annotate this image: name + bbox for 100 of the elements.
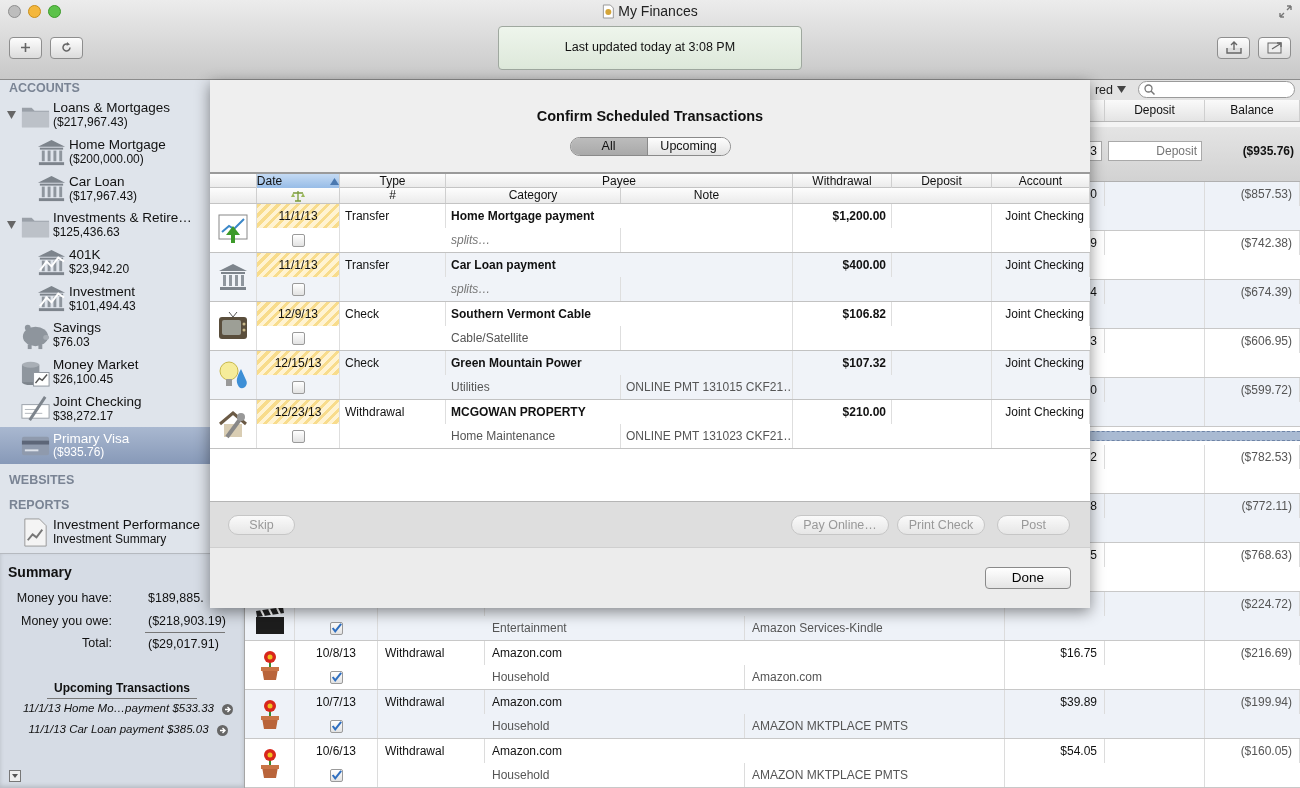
summary-label: Money you have: [15, 590, 112, 607]
search-icon [1144, 84, 1155, 96]
table-cell: $400.00 [793, 253, 892, 277]
report-button[interactable] [1258, 36, 1291, 59]
account-item[interactable]: Investment $101,494.43 [0, 280, 244, 318]
table-cell: ($599.72) [1205, 378, 1300, 403]
upcoming-item[interactable]: 11/1/13 Home Mo…payment $533.33 [23, 700, 214, 718]
account-name: Car Loan [69, 174, 126, 190]
scale-icon [291, 189, 305, 202]
search-field[interactable] [1138, 81, 1295, 99]
column-header[interactable]: # [340, 188, 446, 203]
checkbox[interactable] [329, 719, 343, 733]
table-cell: 12/9/13 [257, 302, 340, 326]
table-cell: 10/6/13 [295, 739, 378, 763]
summary-value: ($29,017.91) [145, 632, 225, 655]
fullscreen-icon[interactable] [1279, 4, 1292, 18]
column-header[interactable]: Category [446, 188, 621, 203]
section-header: REPORTS [8, 496, 71, 514]
panel-toggle-icon[interactable] [9, 770, 21, 782]
table-cell: Entertainment [485, 616, 745, 640]
upcoming-item[interactable]: 11/1/13 Car Loan payment $385.03 [28, 721, 209, 739]
table-cell: Household [485, 763, 745, 787]
account-item[interactable]: Joint Checking $38,272.17 [0, 390, 244, 428]
table-cell: Withdrawal [340, 400, 446, 424]
table-cell: Home Mortgage payment [446, 204, 793, 228]
television-icon [217, 310, 249, 342]
summary-label: Total: [81, 635, 112, 652]
export-button[interactable] [1217, 36, 1250, 59]
table-cell: MCGOWAN PROPERTY [446, 400, 793, 424]
tray-arrow-icon [1225, 41, 1242, 54]
account-item[interactable]: Investments & Retire… $125,436.63 [0, 207, 244, 244]
status-message: Last updated today at 3:08 PM [498, 25, 802, 70]
window-controls-icon[interactable] [8, 4, 62, 18]
account-balance: $38,272.17 [53, 409, 114, 423]
account-balance: $76.03 [53, 336, 91, 350]
filter-menu[interactable]: red [1094, 80, 1126, 100]
table-cell: Transfer [340, 253, 446, 277]
table-cell: Home Maintenance [446, 424, 621, 448]
add-button[interactable] [9, 36, 42, 59]
table-cell: Utilities [446, 375, 621, 399]
table-cell: Amazon.com [485, 739, 1005, 763]
table-cell: Transfer [340, 204, 446, 228]
table-cell: ($199.94) [1205, 690, 1300, 714]
segment-tab[interactable]: Upcoming [646, 137, 730, 155]
checkbox[interactable] [291, 233, 305, 247]
arrow-circle-icon[interactable] [216, 724, 228, 736]
account-name: Money Market [53, 358, 139, 373]
account-name: Investments & Retire… [53, 211, 192, 227]
checkbox[interactable] [329, 670, 343, 684]
table-cell: AMAZON MKTPLACE PMTS [745, 763, 1005, 787]
segment-tab[interactable]: All [570, 137, 647, 155]
checkbox[interactable] [291, 282, 305, 296]
bulb-drop-icon [217, 359, 249, 391]
table-cell: Car Loan payment [446, 253, 793, 277]
table-cell: Withdrawal [378, 690, 485, 714]
disclosure-triangle-icon[interactable] [6, 221, 16, 230]
table-cell: Cable/Satellite [446, 326, 621, 350]
table-cell: Joint Checking [992, 302, 1090, 326]
section-header: ACCOUNTS [8, 80, 81, 97]
column-header[interactable]: Deposit [1105, 99, 1205, 121]
table-cell: 11/1/13 [257, 204, 340, 228]
table-cell: Green Mountain Power [446, 351, 793, 375]
table-cell: $39.89 [1005, 690, 1105, 714]
table-cell: Withdrawal [378, 641, 485, 665]
account-item[interactable]: Car Loan ($17,967.43) [0, 170, 244, 208]
clapperboard-icon [253, 605, 286, 637]
table-cell: Check [340, 302, 446, 326]
checkbox[interactable] [329, 621, 343, 635]
done-button[interactable]: Done [985, 567, 1071, 589]
refresh-button[interactable] [50, 36, 83, 59]
account-name: Primary Visa [53, 431, 130, 447]
account-item[interactable]: 401K $23,942.20 [0, 243, 244, 281]
account-balance: $26,100.45 [53, 373, 115, 387]
account-item[interactable]: Home Mortgage ($200,000.00) [0, 133, 244, 171]
table-cell: ONLINE PMT 131023 CKF21… [621, 424, 793, 448]
deposit-field[interactable]: Deposit [1108, 141, 1202, 162]
checkbox[interactable] [291, 331, 305, 345]
checkbox[interactable] [291, 429, 305, 443]
account-item[interactable]: Savings $76.03 [0, 317, 244, 354]
disclosure-triangle-icon[interactable] [6, 111, 16, 120]
arrow-circle-icon[interactable] [221, 703, 233, 715]
account-item[interactable]: Loans & Mortgages ($217,967.43) [0, 97, 244, 134]
account-name: Joint Checking [53, 394, 142, 410]
column-header[interactable]: Balance [1205, 99, 1300, 121]
summary-label: Money you owe: [19, 612, 112, 630]
table-cell: Household [485, 665, 745, 689]
account-item[interactable]: Money Market $26,100.45 [0, 353, 244, 391]
table-cell: AMAZON MKTPLACE PMTS [745, 714, 1005, 738]
account-name: Investment Performance [53, 518, 201, 534]
summary-title: Summary [7, 563, 73, 582]
table-cell: Joint Checking [992, 400, 1090, 424]
column-header[interactable]: Note [621, 188, 793, 203]
table-cell: $16.75 [1005, 641, 1105, 665]
table-cell: $106.82 [793, 302, 892, 326]
table-cell: ($772.11) [1205, 494, 1300, 518]
account-name: Investment [69, 284, 136, 300]
checkbox[interactable] [329, 768, 343, 782]
account-balance: $101,494.43 [69, 299, 136, 313]
checkbox[interactable] [291, 380, 305, 394]
document-icon [602, 3, 615, 19]
